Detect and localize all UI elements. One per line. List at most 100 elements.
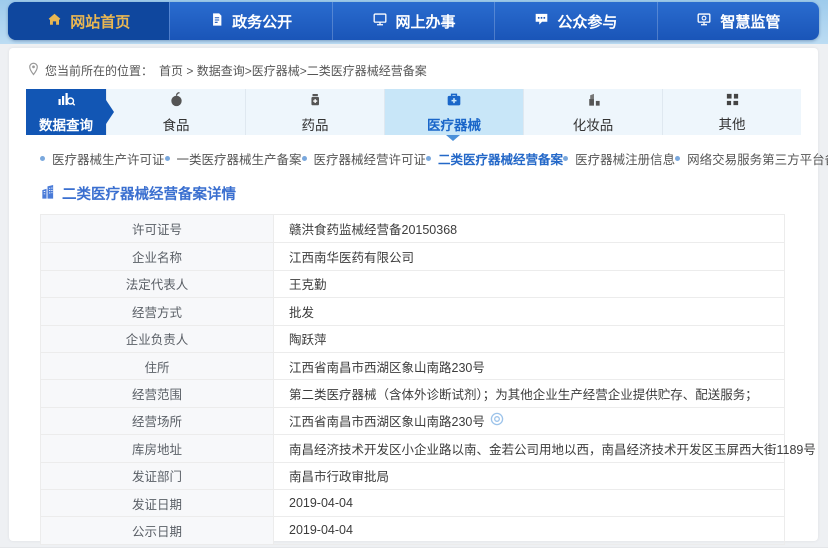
subnav-item-class1-production-filing[interactable]: 一类医疗器械生产备案: [165, 149, 302, 168]
row-value: 2019-04-04: [289, 523, 353, 537]
subnav-item-class2-operation-filing[interactable]: 二类医疗器械经营备案: [426, 149, 563, 168]
table-row: 发证部门 南昌市行政审批局: [41, 462, 784, 489]
nav-item-label: 智慧监管: [720, 11, 780, 32]
table-row: 库房地址 南昌经济技术开发区小企业路以南、金若公司用地以西，南昌经济技术开发区玉…: [41, 434, 784, 461]
map-location-icon[interactable]: [490, 412, 504, 429]
tab-label: 数据查询: [39, 114, 93, 134]
subnav-label: 一类医疗器械生产备案: [177, 149, 302, 168]
row-value: 南昌市行政审批局: [289, 466, 389, 485]
table-row: 经营场所 江西省南昌市西湖区象山南路230号: [41, 407, 784, 434]
table-row: 许可证号 赣洪食药监械经营备20150368: [41, 215, 784, 242]
subnav-label: 二类医疗器械经营备案: [438, 149, 563, 168]
bullet-icon: [165, 156, 170, 161]
breadcrumb-prefix: 您当前所在的位置：: [45, 62, 153, 79]
content-card: 您当前所在的位置： 首页 > 数据查询>医疗器械>二类医疗器械经营备案 数据查询…: [9, 48, 818, 541]
category-tabs-wrap: 数据查询 食品 药品 医疗器械 化妆品 其他: [26, 89, 801, 135]
row-label: 库房地址: [41, 435, 274, 461]
bullet-icon: [675, 156, 680, 161]
row-value: 第二类医疗器械（含体外诊断试剂）；为其他企业生产经营企业提供贮存、配送服务；: [289, 384, 758, 403]
tab-label: 药品: [302, 114, 329, 134]
table-row: 经营范围 第二类医疗器械（含体外诊断试剂）；为其他企业生产经营企业提供贮存、配送…: [41, 379, 784, 406]
nav-item-label: 公众参与: [557, 11, 617, 32]
table-row: 企业负责人 陶跃萍: [41, 325, 784, 352]
table-row: 公示日期 2019-04-04: [41, 516, 784, 543]
tab-label: 食品: [163, 114, 190, 134]
tab-label: 其他: [719, 113, 746, 133]
subnav-label: 医疗器械生产许可证: [52, 149, 165, 168]
document-icon: [210, 12, 224, 31]
row-label: 许可证号: [41, 215, 274, 242]
row-value: 江西省南昌市西湖区象山南路230号: [289, 357, 485, 376]
subnav-item-operation-license[interactable]: 医疗器械经营许可证: [302, 149, 427, 168]
tab-food[interactable]: 食品: [106, 89, 245, 135]
row-value: 江西省南昌市西湖区象山南路230号: [289, 411, 485, 430]
tab-label: 化妆品: [573, 114, 614, 134]
row-label: 法定代表人: [41, 271, 274, 297]
row-label: 企业名称: [41, 243, 274, 269]
monitor-icon: [372, 12, 388, 31]
row-value: 陶跃萍: [289, 329, 327, 348]
nav-item-online-service[interactable]: 网上办事: [332, 2, 494, 40]
row-label: 经营范围: [41, 380, 274, 406]
home-icon: [47, 12, 62, 31]
main-nav: 网站首页 政务公开 网上办事 公众参与 智慧监管: [8, 2, 819, 40]
breadcrumb-trail: 首页 > 数据查询>医疗器械>二类医疗器械经营备案: [159, 62, 427, 79]
nav-item-label: 网上办事: [396, 11, 456, 32]
subnav-item-registration-info[interactable]: 医疗器械注册信息: [563, 149, 675, 168]
nav-item-public-participation[interactable]: 公众参与: [494, 2, 656, 40]
tab-data-query[interactable]: 数据查询: [26, 89, 106, 135]
smart-screen-icon: [696, 12, 712, 31]
table-row: 发证日期 2019-04-04: [41, 489, 784, 516]
row-value: 江西南华医药有限公司: [289, 247, 414, 266]
row-label: 公示日期: [41, 517, 274, 543]
bullet-icon: [563, 156, 568, 161]
row-value: 王克勤: [289, 274, 327, 293]
table-row: 住所 江西省南昌市西湖区象山南路230号: [41, 352, 784, 379]
breadcrumb: 您当前所在的位置： 首页 > 数据查询>医疗器械>二类医疗器械经营备案: [9, 48, 818, 89]
location-pin-icon: [28, 62, 39, 79]
row-value: 南昌经济技术开发区小企业路以南、金若公司用地以西，南昌经济技术开发区玉屏西大街1…: [289, 439, 816, 458]
nav-item-label: 网站首页: [70, 11, 130, 32]
drug-bottle-icon: [307, 91, 323, 111]
grid-icon: [725, 92, 740, 110]
row-label: 发证部门: [41, 463, 274, 489]
subnav-item-production-license[interactable]: 医疗器械生产许可证: [40, 149, 165, 168]
chat-bubble-icon: [534, 12, 549, 31]
tab-medical-device[interactable]: 医疗器械: [384, 89, 523, 135]
tab-label: 医疗器械: [427, 114, 481, 134]
tab-drug[interactable]: 药品: [245, 89, 384, 135]
row-label: 发证日期: [41, 490, 274, 516]
detail-table: 许可证号 赣洪食药监械经营备20150368 企业名称 江西南华医药有限公司 法…: [40, 214, 785, 545]
nav-item-home[interactable]: 网站首页: [8, 2, 169, 40]
row-label: 企业负责人: [41, 326, 274, 352]
row-label: 经营方式: [41, 298, 274, 324]
cosmetics-icon: [585, 91, 602, 111]
subnav-label: 医疗器械注册信息: [575, 149, 675, 168]
nav-item-gov-info[interactable]: 政务公开: [169, 2, 331, 40]
medical-kit-icon: [445, 91, 463, 111]
tab-other[interactable]: 其他: [662, 89, 801, 135]
category-tabs: 数据查询 食品 药品 医疗器械 化妆品 其他: [26, 89, 801, 135]
subnav-label: 医疗器械经营许可证: [314, 149, 427, 168]
selected-tab-pointer-icon: [446, 135, 460, 141]
table-row: 企业名称 江西南华医药有限公司: [41, 242, 784, 269]
nav-item-label: 政务公开: [232, 11, 292, 32]
table-row: 经营方式 批发: [41, 297, 784, 324]
bullet-icon: [302, 156, 307, 161]
row-value: 2019-04-04: [289, 496, 353, 510]
bullet-icon: [426, 156, 431, 161]
food-icon: [168, 91, 185, 111]
building-icon: [40, 184, 55, 204]
row-value: 批发: [289, 302, 314, 321]
tab-cosmetics[interactable]: 化妆品: [523, 89, 662, 135]
footer-strip: [0, 547, 828, 559]
subnav-label: 网络交易服务第三方平台备案: [687, 149, 828, 168]
row-label: 住所: [41, 353, 274, 379]
nav-item-smart-supervision[interactable]: 智慧监管: [657, 2, 819, 40]
subnav: 医疗器械生产许可证 一类医疗器械生产备案 医疗器械经营许可证 二类医疗器械经营备…: [40, 145, 806, 171]
section-title-text: 二类医疗器械经营备案详情: [62, 183, 236, 204]
row-label: 经营场所: [41, 408, 274, 434]
bullet-icon: [40, 156, 45, 161]
subnav-item-third-party-platform[interactable]: 网络交易服务第三方平台备案: [675, 149, 828, 168]
row-value: 赣洪食药监械经营备20150368: [289, 219, 457, 238]
